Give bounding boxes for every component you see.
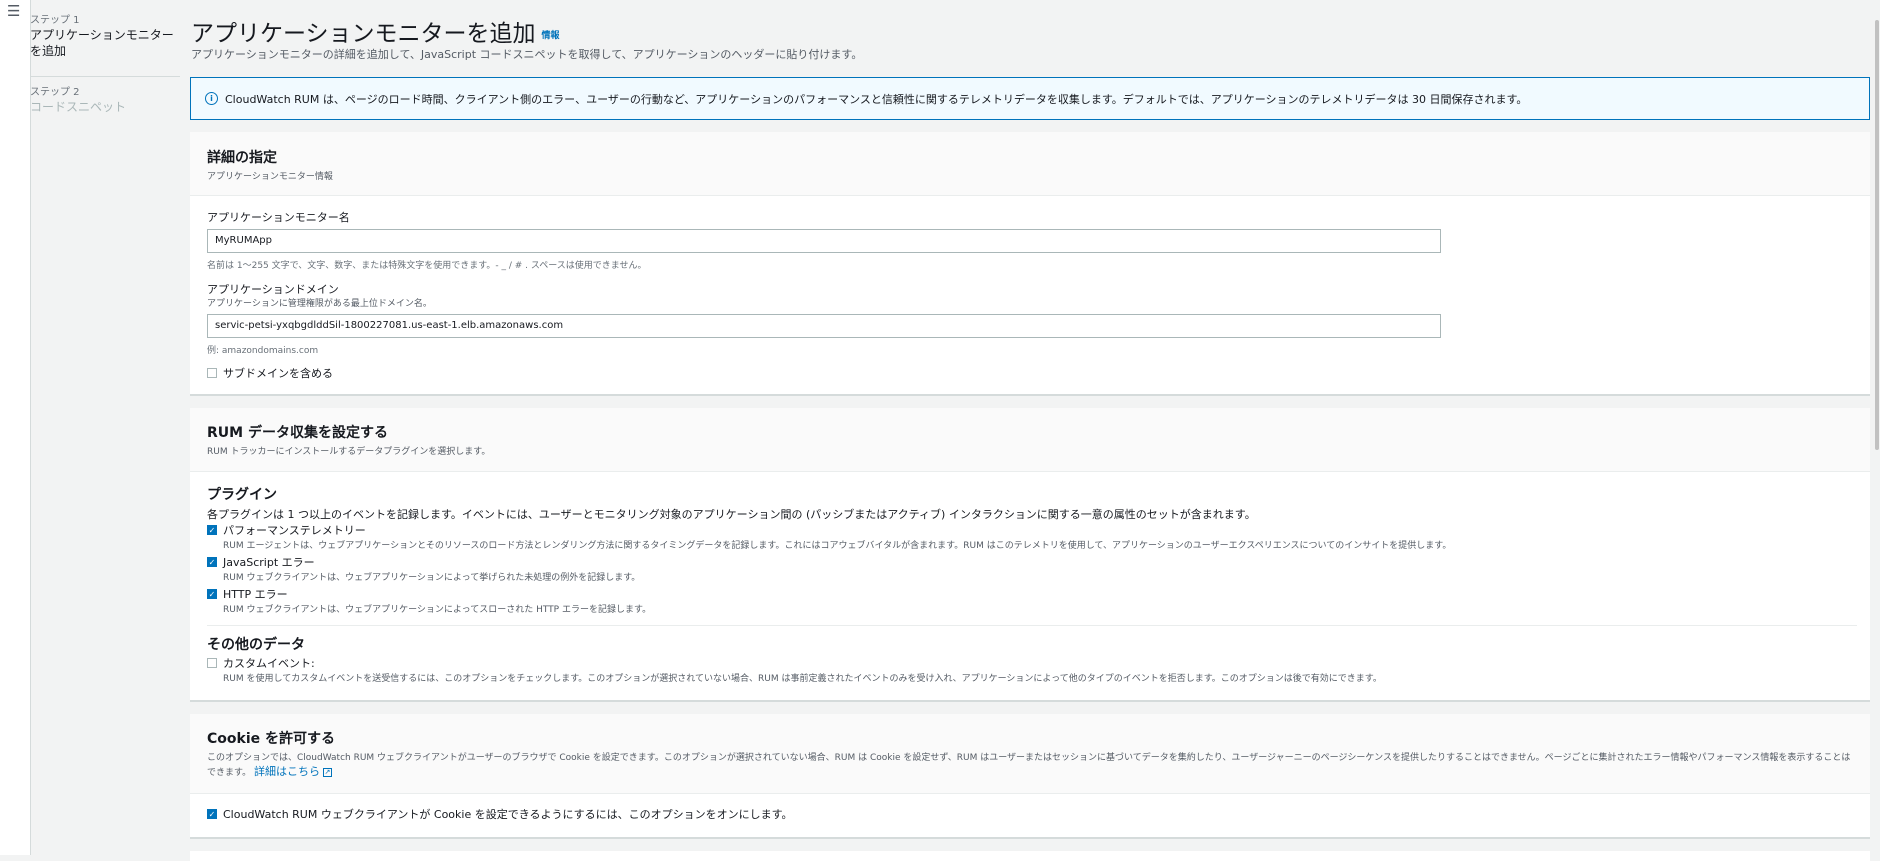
domain-hint: 例: amazondomains.com xyxy=(207,346,319,356)
cookie-description: このオプションでは、CloudWatch RUM ウェブクライアントがユーザーの… xyxy=(207,751,1857,780)
subdomain-checkbox[interactable] xyxy=(207,368,217,378)
flash-text: CloudWatch RUM は、ページのロード時間、クライアント側のエラー、ユ… xyxy=(225,93,1528,106)
http-error-checkbox[interactable]: ✓ xyxy=(207,589,217,599)
left-nav-bar: ☰ xyxy=(0,0,31,855)
learn-more-text: 詳細はこちら xyxy=(253,765,320,778)
performance-label: パフォーマンステレメトリー xyxy=(223,524,366,537)
cookie-panel: Cookie を許可する このオプションでは、CloudWatch RUM ウェ… xyxy=(190,714,1870,839)
subdomain-label: サブドメインを含める xyxy=(223,367,333,380)
http-error-label: HTTP エラー xyxy=(223,588,288,601)
details-title: 詳細の指定 xyxy=(207,150,277,166)
scrollbar-thumb[interactable] xyxy=(1875,20,1879,450)
rum-title: RUM データ収集を設定する xyxy=(207,425,388,441)
page-title: アプリケーションモニターを追加 情報 xyxy=(191,14,560,48)
step-1-title: アプリケーションモニターを追加 xyxy=(30,28,174,58)
domain-label: アプリケーションドメイン xyxy=(207,283,339,296)
step-2: ステップ 2 コードスニペット xyxy=(30,86,180,115)
cookie-panel-header: Cookie を許可する このオプションでは、CloudWatch RUM ウェ… xyxy=(190,714,1870,794)
wizard-steps: ステップ 1 アプリケーションモニターを追加 ステップ 2 コードスニペット xyxy=(30,0,180,855)
external-link-icon: ↗ xyxy=(322,767,332,777)
monitor-name-label: アプリケーションモニター名 xyxy=(207,211,350,224)
rum-data-panel: RUM データ収集を設定する RUM トラッカーにインストールするデータプラグイ… xyxy=(190,408,1870,702)
section-divider xyxy=(207,625,1857,626)
page-description: アプリケーションモニターの詳細を追加して、JavaScript コードスニペット… xyxy=(191,48,863,61)
info-circle-icon: i xyxy=(205,92,218,105)
javascript-error-description: RUM ウェブクライアントは、ウェブアプリケーションによって挙げられた未処理の例… xyxy=(223,573,641,583)
custom-events-description: RUM を使用してカスタムイベントを送受信するには、このオプションをチェックしま… xyxy=(223,674,1382,684)
monitor-name-hint: 名前は 1～255 文字で、文字、数字、または特殊文字を使用できます。- _ /… xyxy=(207,261,647,271)
allow-cookie-checkbox[interactable]: ✓ xyxy=(207,809,217,819)
domain-input[interactable]: servic-petsi-yxqbgdlddSil-1800227081.us-… xyxy=(207,314,1441,338)
cookie-title: Cookie を許可する xyxy=(207,731,335,747)
plugins-title: プラグイン xyxy=(207,487,277,503)
cookie-description-text: このオプションでは、CloudWatch RUM ウェブクライアントがユーザーの… xyxy=(207,753,1851,778)
info-link[interactable]: 情報 xyxy=(542,31,560,41)
allow-cookie-label: CloudWatch RUM ウェブクライアントが Cookie を設定できるよ… xyxy=(223,808,793,821)
step-2-label: ステップ 2 xyxy=(30,87,80,98)
custom-events-checkbox[interactable] xyxy=(207,658,217,668)
performance-checkbox[interactable]: ✓ xyxy=(207,525,217,535)
details-subtitle: アプリケーションモニター情報 xyxy=(207,172,333,182)
info-flash-banner: i CloudWatch RUM は、ページのロード時間、クライアント側のエラー… xyxy=(190,77,1870,120)
details-panel-header: 詳細の指定 アプリケーションモニター情報 xyxy=(190,132,1870,196)
other-data-title: その他のデータ xyxy=(207,637,305,653)
step-2-title: コードスニペット xyxy=(30,100,127,114)
rum-subtitle: RUM トラッカーにインストールするデータプラグインを選択します。 xyxy=(207,447,491,457)
vertical-scrollbar[interactable] xyxy=(1874,0,1880,855)
plugins-description: 各プラグインは 1 つ以上のイベントを記録します。イベントには、ユーザーとモニタ… xyxy=(207,508,1256,521)
domain-description: アプリケーションに管理権限がある最上位ドメイン名。 xyxy=(207,299,432,309)
step-1-label: ステップ 1 xyxy=(30,15,80,26)
hamburger-menu-icon[interactable]: ☰ xyxy=(7,4,20,19)
details-panel: 詳細の指定 アプリケーションモニター情報 アプリケーションモニター名 MyRUM… xyxy=(190,132,1870,396)
monitor-name-input[interactable]: MyRUMApp xyxy=(207,229,1441,253)
performance-description: RUM エージェントは、ウェブアプリケーションとそのリソースのロード方法とレンダ… xyxy=(223,541,1452,551)
javascript-error-checkbox[interactable]: ✓ xyxy=(207,557,217,567)
next-panel-edge xyxy=(190,851,1870,861)
learn-more-link[interactable]: 詳細はこちら ↗ xyxy=(254,765,332,778)
http-error-description: RUM ウェブクライアントは、ウェブアプリケーションによってスローされた HTT… xyxy=(223,605,652,615)
step-1[interactable]: ステップ 1 アプリケーションモニターを追加 xyxy=(30,14,180,77)
javascript-error-label: JavaScript エラー xyxy=(223,556,315,569)
custom-events-label: カスタムイベント: xyxy=(223,657,315,670)
page-title-text: アプリケーションモニターを追加 xyxy=(191,21,536,47)
rum-panel-header: RUM データ収集を設定する RUM トラッカーにインストールするデータプラグイ… xyxy=(190,408,1870,472)
